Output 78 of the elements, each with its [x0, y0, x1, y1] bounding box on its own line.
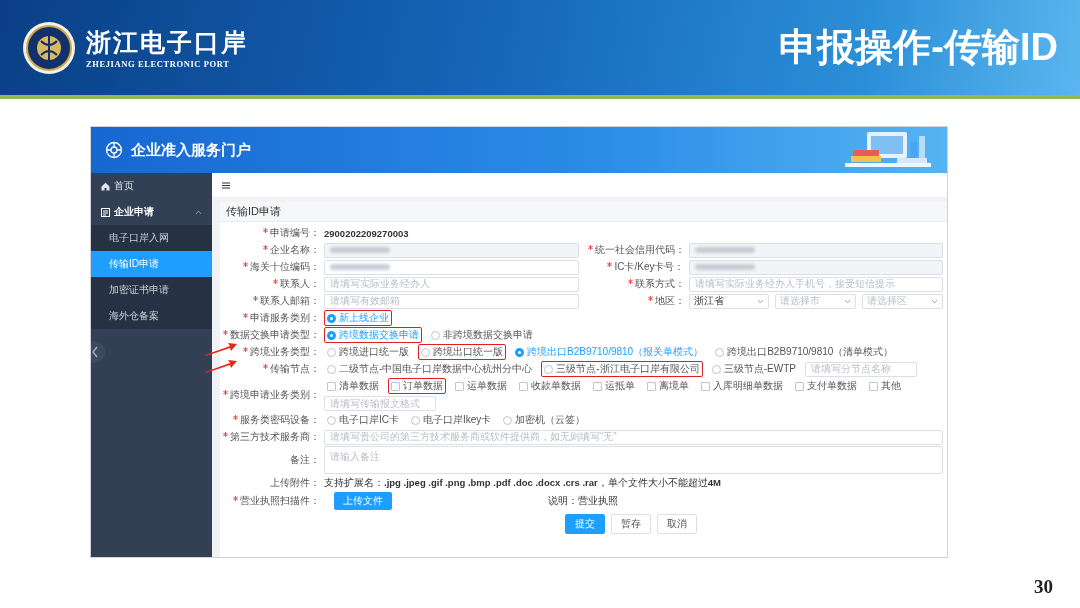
page-number: 30 [1034, 576, 1053, 598]
radio-option[interactable]: 非跨境数据交换申请 [428, 327, 536, 343]
radio-option[interactable]: 加密机（云签） [500, 412, 589, 428]
field-label: 跨境业务类型： [250, 346, 320, 357]
field-label: 统一社会信用代码： [594, 244, 685, 255]
radio-option[interactable]: 跨境进口统一版 [324, 344, 412, 360]
select-field[interactable]: 浙江省 [688, 293, 770, 309]
field-label: 海关十位编码： [250, 261, 320, 272]
field-label: 第三方技术服务商： [230, 431, 320, 442]
radio-button[interactable] [327, 313, 336, 323]
sidebar-label: 首页 [114, 179, 134, 193]
radio-option[interactable]: 三级节点-EWTP [708, 361, 799, 377]
field-label: 营业执照扫描件： [240, 495, 320, 506]
form-button[interactable]: 暂存 [611, 514, 651, 534]
upload-hint: 支持扩展名：.jpg .jpeg .gif .png .bmp .pdf .doc .docx .crs .rar，单个文件大小不能超过4M [324, 476, 721, 490]
field-label: 备注： [290, 454, 320, 465]
home-icon [101, 181, 110, 191]
field-label: 数据交换申请类型： [230, 329, 320, 340]
document-icon [101, 207, 110, 217]
checkbox-option[interactable]: 离境单 [644, 378, 692, 394]
sidebar-item[interactable]: 电子口岸入网 [91, 225, 212, 251]
field-label: 联系方式： [634, 278, 685, 289]
sidebar-item[interactable]: 首页 [91, 173, 212, 199]
app-title: 企业准入服务门户 [131, 140, 251, 160]
sidebar-label: 企业申请 [114, 205, 154, 219]
radio-option[interactable]: 电子口岸Ikey卡 [408, 412, 495, 428]
checkbox[interactable] [795, 381, 804, 391]
input-field[interactable] [324, 259, 579, 275]
checkbox[interactable] [593, 381, 602, 391]
checkbox[interactable] [455, 381, 464, 391]
field-label: 申请服务类别： [250, 312, 320, 323]
field-label: 传输节点： [270, 363, 320, 374]
field-value: 2900202209270003 [324, 227, 409, 239]
page-title: 传输ID申请 [220, 202, 947, 222]
field-label: 跨境申请业务类别： [230, 388, 320, 400]
network-icon [105, 141, 123, 159]
field-label: 地区： [654, 295, 685, 306]
radio-button[interactable] [327, 330, 336, 340]
checkbox-option[interactable]: 订单数据 [388, 378, 446, 394]
field-label: 申请编号： [270, 227, 320, 238]
checkbox[interactable] [391, 381, 400, 391]
chevron-down-icon [757, 298, 765, 304]
field-label: 联系人邮箱： [260, 295, 320, 306]
radio-option[interactable]: 三级节点-浙江电子口岸有限公司 [541, 361, 703, 377]
field-label: 上传附件： [270, 477, 320, 488]
checkbox-option[interactable]: 运抵单 [590, 378, 638, 394]
brand-subtitle: ZHEJIANG ELECTRONIC PORT [86, 59, 231, 69]
chevron-down-icon [931, 298, 938, 304]
radio-option[interactable]: 跨境出口统一版 [418, 344, 506, 360]
radio-option[interactable]: 二级节点-中国电子口岸数据中心杭州分中心 [324, 361, 536, 377]
field-label: 企业名称： [270, 244, 320, 255]
sidebar-item[interactable]: 加密证书申请 [91, 277, 212, 303]
checkbox-option[interactable]: 支付单数据 [792, 378, 860, 394]
menu-icon[interactable] [222, 181, 230, 189]
checkbox[interactable] [869, 381, 878, 391]
field-label: 服务类密码设备： [240, 414, 320, 425]
checkbox-option[interactable]: 清单数据 [324, 378, 382, 394]
checkbox[interactable] [519, 381, 528, 391]
checkbox[interactable] [701, 381, 710, 391]
checkbox-option[interactable]: 收款单数据 [516, 378, 584, 394]
sidebar-item[interactable]: 海外仓备案 [91, 303, 212, 329]
checkbox[interactable] [647, 381, 656, 391]
radio-button[interactable] [515, 347, 524, 357]
checkbox-option[interactable]: 其他 [866, 378, 904, 394]
field-label: IC卡/Key卡号： [614, 261, 685, 272]
checkbox-option[interactable]: 运单数据 [452, 378, 510, 394]
checkbox-option[interactable]: 入库明细单数据 [698, 378, 786, 394]
upload-note: 说明：营业执照 [548, 494, 618, 508]
form-button[interactable]: 取消 [657, 514, 697, 534]
radio-option[interactable]: 电子口岸IC卡 [324, 412, 402, 428]
field-label: 联系人： [280, 278, 320, 289]
slide-title: 申报操作-传输ID [779, 25, 1058, 70]
radio-option[interactable]: 跨境出口B2B9710/9810（清单模式） [712, 344, 897, 360]
sidebar-group[interactable]: 企业申请 [91, 199, 212, 225]
chevron-down-icon [844, 298, 852, 304]
brand-name: 浙江电子口岸 [86, 28, 248, 58]
emblem-icon [22, 20, 76, 75]
checkbox[interactable] [327, 381, 336, 391]
